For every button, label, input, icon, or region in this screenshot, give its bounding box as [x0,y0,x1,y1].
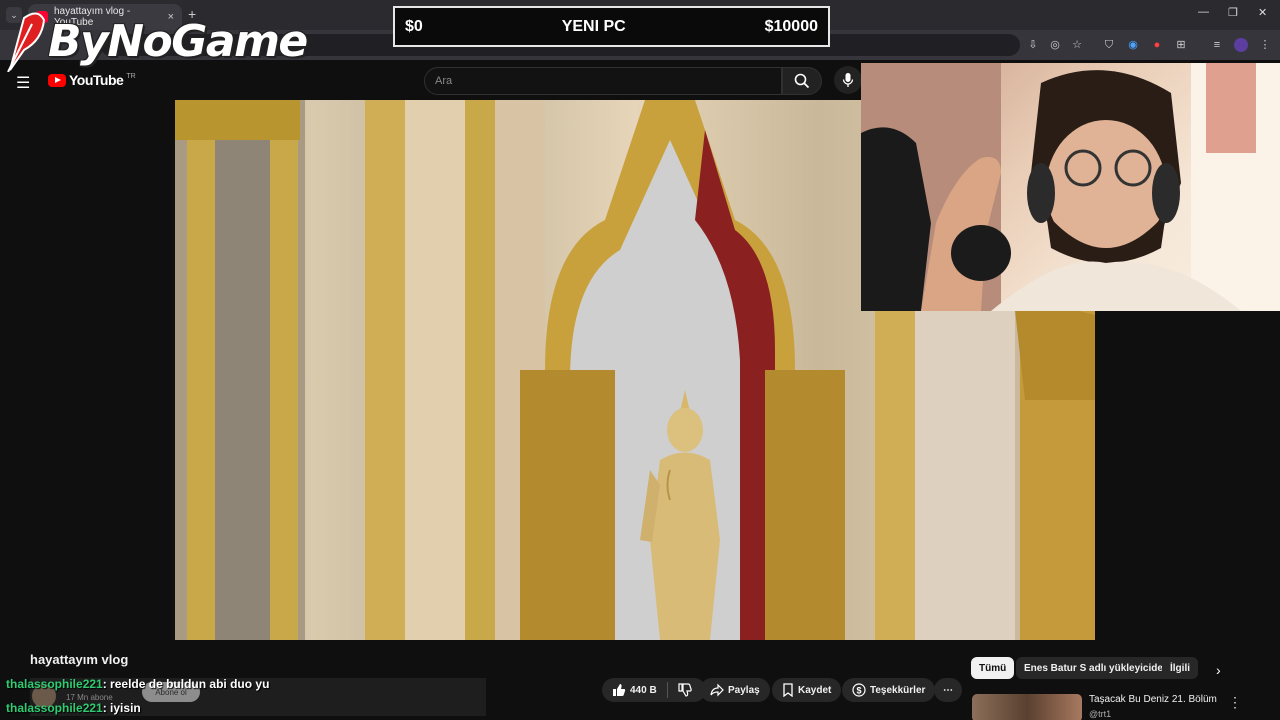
webcam-overlay [861,63,1280,311]
dislike-icon[interactable] [678,683,692,697]
search-icon [794,73,810,89]
brand-feather-icon [7,12,46,72]
chevron-right-icon[interactable]: › [1216,662,1221,678]
like-count[interactable]: 440 B [630,685,657,696]
install-icon[interactable]: ⇩ [1026,38,1040,52]
bookmark-star-icon[interactable]: ☆ [1070,38,1084,52]
recommendation-thumbnail[interactable] [972,694,1082,720]
browser-menu-icon[interactable]: ⋮ [1258,38,1272,52]
like-icon[interactable] [612,683,626,697]
chat-message: thalassophile221: reelde de buldun abi d… [6,677,269,691]
chat-text: : iyisin [102,701,141,715]
thanks-button[interactable]: $ Teşekkürler [842,678,936,702]
extension-icon[interactable]: ◉ [1126,38,1140,52]
screen: ⌄ hayattayım vlog - YouTube × + — ❐ ✕ ⇩ … [0,0,1280,720]
puzzle-extensions-icon[interactable]: ⊞ [1174,38,1188,52]
divider [666,682,668,698]
donation-goal-bar: $0 YENI PC $10000 [393,6,830,47]
chat-message: thalassophile221: iyisin [6,701,141,715]
shield-extension-icon[interactable]: ⛉ [1102,38,1116,52]
thanks-label: Teşekkürler [870,684,926,696]
youtube-play-icon [48,73,66,87]
video-title: hayattayım vlog [30,652,129,667]
chat-username: thalassophile221 [6,701,103,715]
recommended-video[interactable]: Taşacak Bu Deniz 21. Bölüm @trt1 ⋮ [970,692,1280,720]
search-input[interactable]: Ara [424,67,782,95]
chip-related[interactable]: İlgili [1162,657,1198,679]
like-dislike-group: 440 B [602,678,706,702]
tracking-icon[interactable]: ◎ [1048,38,1062,52]
svg-text:$: $ [856,686,861,696]
share-icon [710,683,724,697]
goal-label: YENI PC [561,17,626,35]
youtube-logo[interactable]: YouTube TR [48,72,136,88]
reading-list-icon[interactable]: ≡ [1210,38,1224,52]
share-button[interactable]: Paylaş [700,678,770,702]
chip-from-uploader[interactable]: Enes Batur S adlı yükleyiciden [1016,657,1178,679]
recommendation-title[interactable]: Taşacak Bu Deniz 21. Bölüm [1089,694,1217,705]
recommendation-menu-icon[interactable]: ⋮ [1228,694,1242,711]
profile-avatar-icon[interactable] [1234,38,1248,52]
more-actions-button[interactable]: ⋯ [934,678,962,702]
buddha-statue-image [640,390,720,640]
chat-username: thalassophile221 [6,677,103,691]
microphone-icon [842,73,854,87]
thanks-icon: $ [852,683,866,697]
minimize-button[interactable]: — [1198,6,1209,18]
search-button[interactable] [782,67,822,95]
youtube-logo-text: YouTube [69,72,124,88]
chip-all[interactable]: Tümü [971,657,1015,679]
voice-search-button[interactable] [834,66,862,94]
save-button[interactable]: Kaydet [772,678,842,702]
streamer-webcam-image [861,63,1280,311]
goal-target-amount: $10000 [764,17,818,35]
menu-icon[interactable]: ☰ [16,73,30,93]
adblock-extension-icon[interactable]: ● [1150,38,1164,52]
close-window-button[interactable]: ✕ [1258,6,1267,19]
recommendation-channel: @trt1 [1089,709,1112,719]
save-label: Kaydet [798,684,832,696]
brand-text: ByNoGame [48,15,308,67]
chat-text: : reelde de buldun abi duo yu [102,677,270,691]
country-code: TR [126,72,136,80]
bookmark-icon [783,683,793,697]
share-label: Paylaş [728,684,760,696]
goal-start-amount: $0 [405,17,423,35]
maximize-button[interactable]: ❐ [1228,6,1238,19]
streamer-brand-logo: ByNoGame [2,10,308,72]
